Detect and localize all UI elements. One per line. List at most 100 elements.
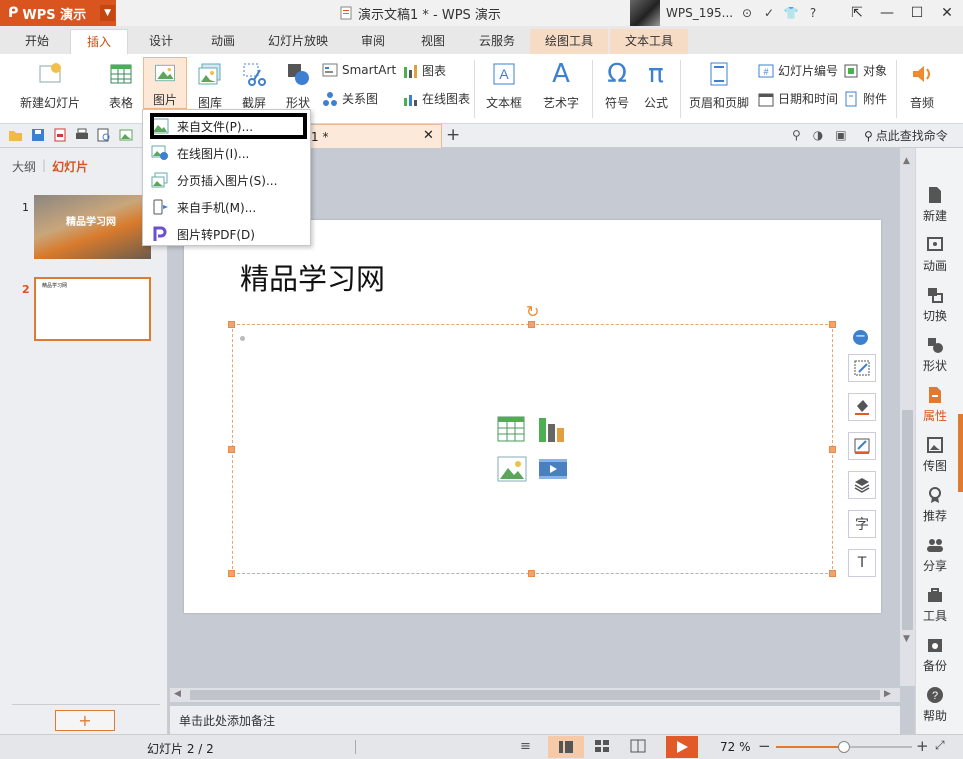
gallery-button[interactable]: 图库	[190, 60, 230, 111]
table-button[interactable]: 表格	[102, 60, 140, 111]
vertical-scrollbar[interactable]: ▲ ▼	[900, 148, 915, 686]
sidebar-item-tools[interactable]: 工具	[915, 586, 955, 624]
maximize-button[interactable]: ☐	[902, 0, 932, 26]
shape-style-icon[interactable]	[848, 354, 876, 382]
scroll-thumb[interactable]	[190, 690, 880, 700]
symbol-button[interactable]: Ω 符号	[598, 60, 636, 111]
tab-slideshow[interactable]: 幻灯片放映	[260, 29, 336, 54]
zoom-out-icon[interactable]: −	[758, 737, 771, 755]
fill-bucket-icon[interactable]	[848, 393, 876, 421]
resize-handle[interactable]	[829, 321, 836, 328]
menu-item-online-picture[interactable]: 在线图片(I)...	[151, 141, 306, 165]
tab-slides[interactable]: 幻灯片	[52, 158, 88, 175]
datetime-button[interactable]: 日期和时间	[758, 90, 838, 107]
new-tab-icon[interactable]: +	[446, 125, 460, 145]
notes-area[interactable]: 单击此处添加备注	[170, 706, 900, 734]
header-footer-button[interactable]: 页眉和页脚	[688, 60, 750, 111]
crown-icon[interactable]: ⊙	[739, 5, 755, 21]
insert-video-icon[interactable]	[538, 456, 568, 482]
tab-design[interactable]: 设计	[138, 29, 184, 54]
skin-icon[interactable]: 👕	[783, 5, 799, 21]
horizontal-scrollbar[interactable]: ◀ ▶	[170, 688, 900, 702]
sidebar-item-recommend[interactable]: 推荐	[915, 486, 955, 524]
slide-number-button[interactable]: # 幻灯片编号	[758, 62, 838, 79]
attachment-button[interactable]: 附件	[843, 90, 887, 107]
picture-button[interactable]: 图片	[143, 57, 187, 109]
resize-handle[interactable]	[228, 321, 235, 328]
resize-handle[interactable]	[228, 570, 235, 577]
tab-home[interactable]: 开始	[14, 29, 60, 54]
help-icon[interactable]: ?	[805, 5, 821, 21]
sorter-view-button[interactable]	[594, 739, 610, 753]
new-slide-button[interactable]: 新建幻灯片	[10, 60, 90, 111]
audio-button[interactable]: 音频	[902, 60, 942, 111]
sidebar-item-new[interactable]: 新建	[915, 186, 955, 224]
smartart-button[interactable]: SmartArt	[322, 62, 396, 78]
tab-cloud[interactable]: 云服务	[468, 29, 526, 54]
minimize-button[interactable]: —	[872, 0, 902, 26]
check-circle-icon[interactable]: ✓	[761, 5, 777, 21]
insert-chart-icon[interactable]	[538, 416, 566, 442]
username[interactable]: WPS_195...	[666, 6, 733, 20]
collapse-icon[interactable]: −	[853, 330, 868, 345]
shape-button[interactable]: 形状	[278, 60, 318, 111]
text-format-icon[interactable]: 字	[848, 510, 876, 538]
sidebar-item-properties[interactable]: 属性	[915, 386, 955, 424]
preview-icon[interactable]	[97, 128, 111, 142]
layers-icon[interactable]	[848, 471, 876, 499]
document-tab[interactable]: 1 * ✕	[300, 124, 442, 148]
slide-thumbnail[interactable]: 精品学习网	[34, 195, 151, 259]
reading-view-button[interactable]	[630, 739, 646, 753]
menu-item-picture-to-pdf[interactable]: 图片转PDF(D)	[151, 222, 306, 246]
close-tab-icon[interactable]: ✕	[423, 128, 434, 143]
slide-thumbnail-selected[interactable]: 精品学习网	[34, 277, 151, 341]
command-search[interactable]: ⚲ 点此查找命令	[864, 127, 948, 144]
resize-handle[interactable]	[528, 321, 535, 328]
textbox-button[interactable]: A 文本框	[480, 60, 528, 111]
tab-view[interactable]: 视图	[410, 29, 456, 54]
pdf-icon[interactable]	[53, 128, 67, 142]
sidebar-item-shape[interactable]: 形状	[915, 336, 955, 374]
play-slideshow-button[interactable]	[666, 736, 698, 758]
close-button[interactable]: ✕	[932, 0, 962, 26]
sidebar-item-help[interactable]: ? 帮助	[915, 686, 955, 724]
menu-item-from-file[interactable]: 来自文件(P)...	[150, 113, 307, 139]
fit-window-icon[interactable]: ⤢	[935, 738, 945, 753]
comment-icon[interactable]: ▣	[835, 128, 846, 142]
menu-item-page-insert[interactable]: 分页插入图片(S)...	[151, 168, 306, 192]
tab-text-tools[interactable]: 文本工具	[610, 29, 688, 54]
image-small-icon[interactable]	[119, 128, 133, 142]
resize-handle[interactable]	[829, 570, 836, 577]
sidebar-item-share[interactable]: 分享	[915, 536, 955, 574]
tab-outline[interactable]: 大纲	[12, 158, 36, 175]
wordart-button[interactable]: A 艺术字	[536, 60, 586, 111]
slide-title[interactable]: 精品学习网	[240, 256, 385, 298]
restore-ribbon-icon[interactable]: ⇱	[842, 0, 872, 26]
menu-item-from-phone[interactable]: 来自手机(M)...	[151, 195, 306, 219]
add-slide-button[interactable]: +	[55, 710, 115, 731]
scroll-thumb[interactable]	[902, 410, 913, 630]
pin-icon[interactable]: ⚲	[792, 128, 801, 142]
sidebar-item-upload-image[interactable]: 传图	[915, 436, 955, 474]
outline-pen-icon[interactable]	[848, 432, 876, 460]
relation-diagram-button[interactable]: 关系图	[322, 90, 378, 107]
sidebar-item-animation[interactable]: 动画	[915, 236, 955, 274]
tab-review[interactable]: 审阅	[350, 29, 396, 54]
normal-view-button[interactable]	[548, 736, 584, 758]
avatar[interactable]	[630, 0, 660, 26]
zoom-in-icon[interactable]: +	[916, 737, 929, 755]
open-folder-icon[interactable]	[8, 128, 23, 142]
chart-button[interactable]: 图表	[402, 62, 446, 79]
tab-animation[interactable]: 动画	[200, 29, 246, 54]
save-icon[interactable]	[31, 128, 45, 142]
sidebar-item-backup[interactable]: 备份	[915, 636, 955, 674]
insert-picture-icon[interactable]	[497, 456, 527, 482]
screenshot-button[interactable]: 截屏	[234, 60, 274, 111]
resize-handle[interactable]	[228, 446, 235, 453]
sidebar-item-transition[interactable]: 切换	[915, 286, 955, 324]
insert-table-icon[interactable]	[497, 416, 525, 442]
online-chart-button[interactable]: 在线图表	[402, 90, 470, 107]
app-menu-button[interactable]: ᑭ WPS 演示 ▼	[0, 0, 116, 26]
notes-toggle-icon[interactable]: ≡	[520, 739, 531, 754]
resize-handle[interactable]	[528, 570, 535, 577]
